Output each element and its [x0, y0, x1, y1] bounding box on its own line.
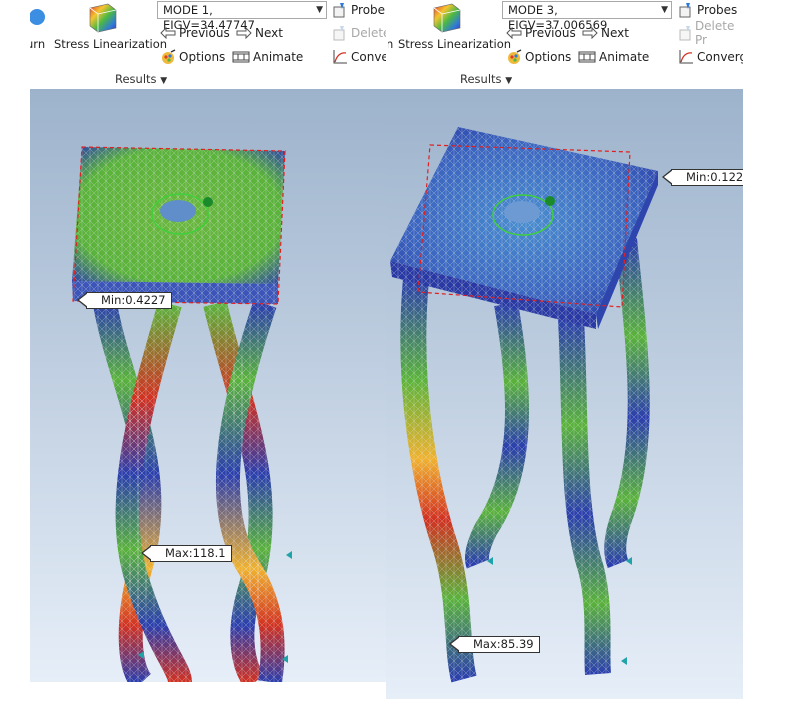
results-group-label: Results ▼: [115, 72, 168, 86]
max-value-callout: Max:118.1: [141, 545, 232, 562]
chevron-down-icon: ▼: [316, 5, 323, 15]
convergence-graph-icon: [333, 50, 347, 64]
options-button[interactable]: Options: [506, 48, 571, 66]
stress-linearization-button[interactable]: Stress Linearization: [398, 37, 511, 51]
delete-probe-icon: [679, 26, 691, 41]
max-value-callout: Max:85.39: [449, 636, 540, 653]
results-group-label: Results ▼: [460, 72, 513, 86]
delete-probe-button[interactable]: Delete: [332, 24, 386, 42]
options-palette-icon: [162, 49, 176, 64]
rainbow-cube-icon[interactable]: [86, 0, 120, 34]
chevron-down-icon[interactable]: ▼: [505, 76, 512, 86]
panel-edge-icon: [388, 4, 390, 26]
arrow-right-icon: [582, 27, 598, 39]
stress-linearization-button[interactable]: Stress Linearization: [54, 37, 167, 51]
film-strip-icon: [578, 51, 596, 63]
convergence-graph-icon: [679, 50, 693, 64]
viewport-right[interactable]: Min:0.122 Max:85.39: [386, 89, 743, 699]
probe-icon: [333, 3, 345, 18]
options-button[interactable]: Options: [160, 48, 225, 66]
stool-model-mode1[interactable]: [30, 89, 386, 682]
delete-probe-icon: [333, 26, 345, 41]
arrow-left-icon: [160, 27, 176, 39]
delete-probe-button[interactable]: Delete Pr: [678, 19, 743, 47]
probe-icon: [679, 3, 691, 18]
min-value-callout: Min:0.4227: [77, 292, 172, 309]
previous-button[interactable]: Previous: [506, 24, 576, 42]
next-button[interactable]: Next: [582, 24, 629, 42]
ribbon-right: n Stress Linearization MODE 3, EIGV=37.0…: [388, 0, 743, 89]
return-icon[interactable]: [30, 8, 46, 26]
ribbon-left: urn Stress Linearization MODE 1, EIGV=34…: [30, 0, 386, 89]
mode-select[interactable]: MODE 3, EIGV=37.006569 ▼: [502, 1, 672, 32]
previous-button[interactable]: Previous: [160, 24, 230, 42]
next-button[interactable]: Next: [236, 24, 283, 42]
viewport-left[interactable]: Min:0.4227 Max:118.1: [30, 89, 386, 682]
arrow-right-icon: [236, 27, 252, 39]
return-button-label[interactable]: urn: [30, 37, 45, 51]
mode-select[interactable]: MODE 1, EIGV=34.47747 ▼: [157, 1, 327, 32]
arrow-left-icon: [506, 27, 522, 39]
chevron-down-icon: ▼: [661, 5, 668, 15]
options-palette-icon: [508, 49, 522, 64]
convergence-button[interactable]: Conve: [332, 48, 386, 66]
convergence-button[interactable]: Converg: [678, 48, 743, 66]
probes-button[interactable]: Probe: [332, 1, 385, 19]
return-button-label[interactable]: n: [388, 37, 393, 51]
chevron-down-icon[interactable]: ▼: [160, 76, 167, 86]
probes-button[interactable]: Probes: [678, 1, 737, 19]
animate-button[interactable]: Animate: [232, 48, 303, 66]
min-value-callout: Min:0.122: [661, 169, 743, 186]
animate-button[interactable]: Animate: [578, 48, 649, 66]
film-strip-icon: [232, 51, 250, 63]
rainbow-cube-icon[interactable]: [430, 0, 464, 34]
